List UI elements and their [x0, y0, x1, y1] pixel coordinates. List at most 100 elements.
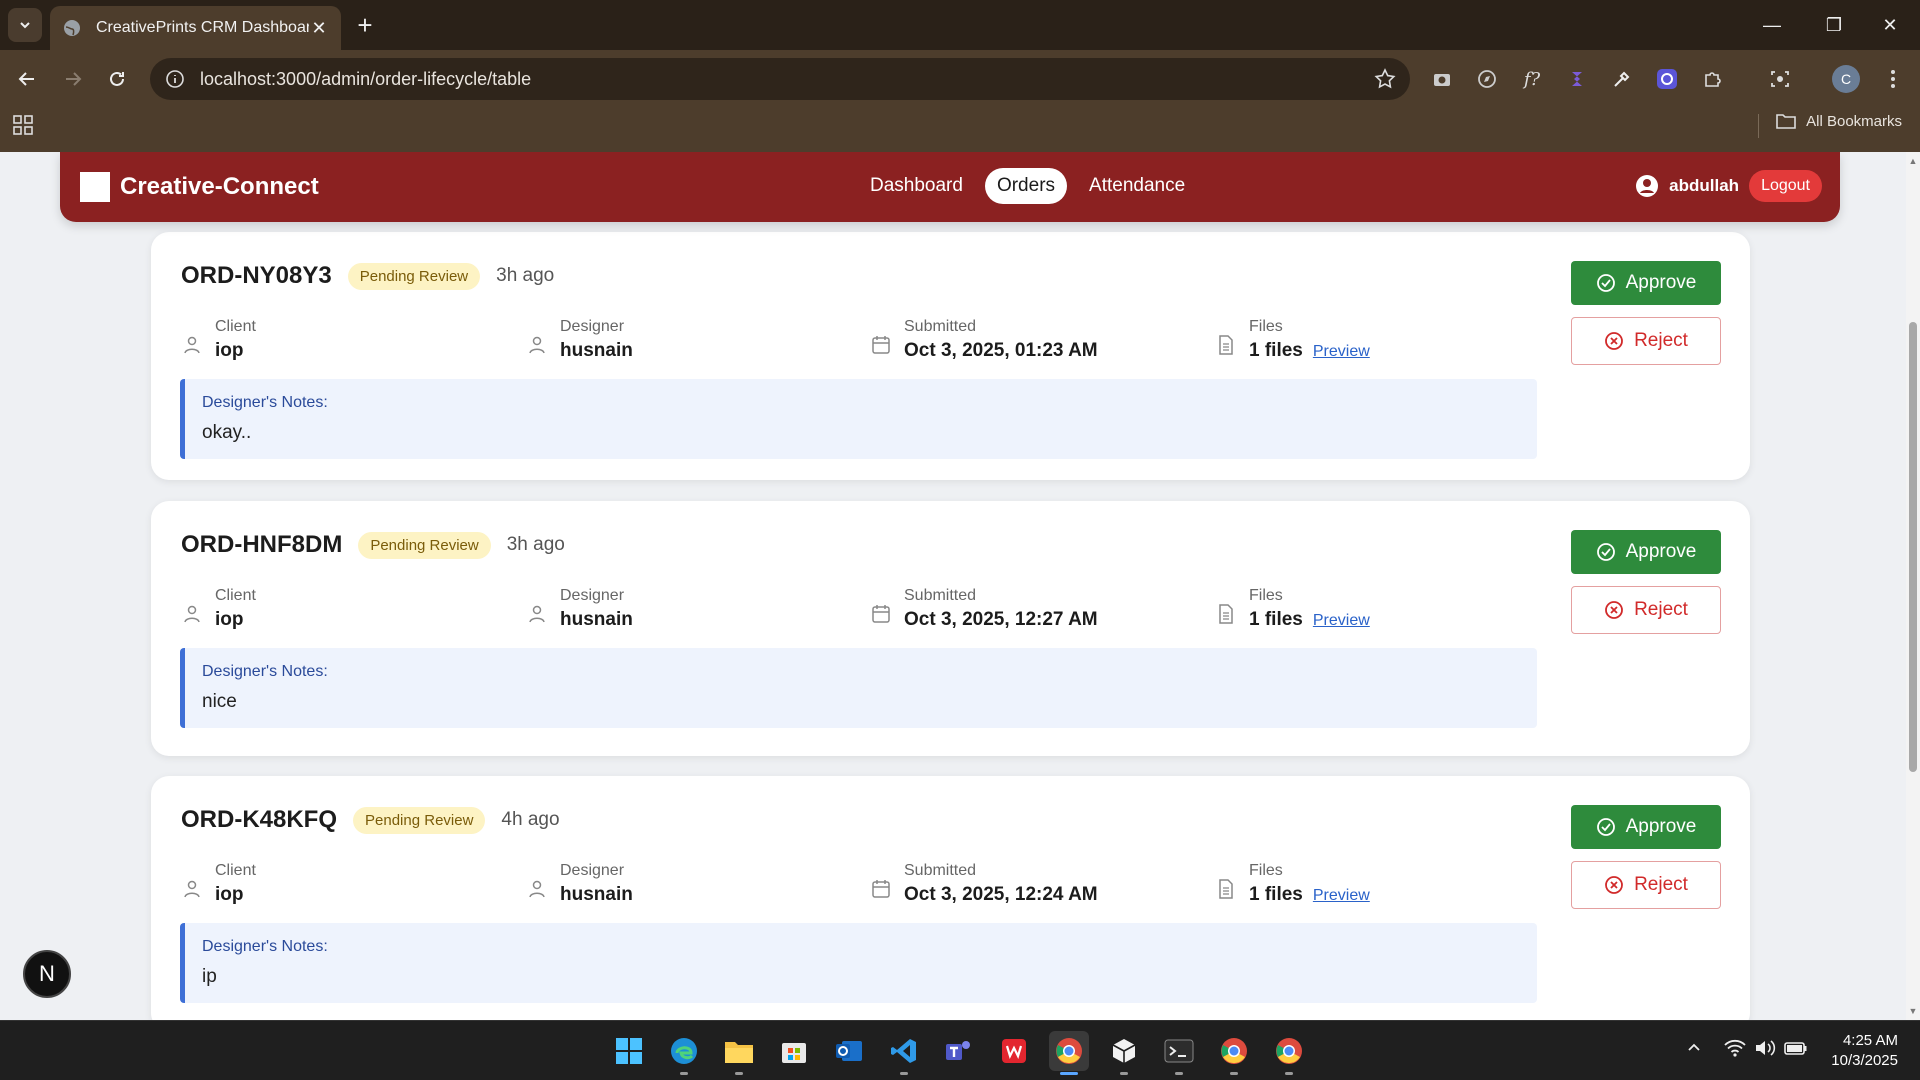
brand[interactable]: Creative-Connect	[80, 172, 319, 202]
wps-office-icon[interactable]	[994, 1031, 1034, 1071]
nextjs-dev-badge[interactable]: N	[23, 950, 71, 998]
compass-extension-icon[interactable]	[1470, 62, 1504, 96]
designer-value: husnain	[560, 609, 633, 630]
star-icon[interactable]	[1374, 68, 1396, 90]
logout-button[interactable]: Logout	[1749, 170, 1822, 202]
check-circle-icon	[1596, 274, 1615, 292]
designer-value: husnain	[560, 884, 633, 905]
terminal-icon[interactable]	[1159, 1031, 1199, 1075]
battery-icon[interactable]	[1784, 1039, 1808, 1062]
approve-button[interactable]: Approve	[1571, 805, 1721, 849]
x-circle-icon	[1605, 601, 1623, 619]
submitted-field: Submitted Oct 3, 2025, 12:27 AM	[870, 587, 1098, 631]
wifi-icon[interactable]	[1724, 1039, 1746, 1062]
files-field: Files 1 files Preview	[1215, 587, 1370, 631]
browser-tab[interactable]: CreativePrints CRM Dashboard ✕	[50, 6, 341, 50]
formula-extension-icon[interactable]: f?	[1515, 62, 1549, 96]
more-menu-icon[interactable]	[1876, 62, 1910, 96]
new-tab-button[interactable]: +	[350, 8, 380, 42]
submitted-value: Oct 3, 2025, 12:27 AM	[904, 609, 1098, 630]
submitted-label: Submitted	[904, 318, 977, 335]
client-label: Client	[215, 862, 256, 879]
gear-extension-icon[interactable]	[1650, 62, 1684, 96]
nav-orders[interactable]: Orders	[984, 168, 1068, 204]
order-card: ORD-K48KFQ Pending Review 4h ago Client i…	[151, 776, 1750, 1020]
preview-link[interactable]: Preview	[1313, 343, 1370, 360]
cube-app-icon[interactable]	[1104, 1031, 1144, 1075]
calendar-icon	[872, 880, 890, 898]
profile-avatar[interactable]: C	[1832, 65, 1860, 93]
teams-icon[interactable]	[939, 1031, 979, 1071]
edge-icon[interactable]	[664, 1031, 704, 1075]
chevron-up-icon[interactable]	[1686, 1039, 1702, 1060]
time-ago: 4h ago	[501, 809, 560, 830]
camera-extension-icon[interactable]	[1425, 62, 1459, 96]
time-ago: 3h ago	[496, 265, 555, 286]
scroll-down-arrow[interactable]: ▼	[1908, 1006, 1918, 1016]
microsoft-store-icon[interactable]	[774, 1031, 814, 1071]
screenshot-icon[interactable]	[1763, 62, 1797, 96]
order-card: ORD-NY08Y3 Pending Review 3h ago Client i…	[151, 232, 1750, 480]
tab-search-button[interactable]	[8, 8, 42, 42]
system-clock[interactable]: 4:25 AM 10/3/2025	[1831, 1031, 1898, 1071]
forward-button[interactable]	[56, 62, 90, 96]
restore-button[interactable]: ❐	[1806, 0, 1862, 50]
windows-start-icon[interactable]	[609, 1031, 649, 1071]
nav-dashboard[interactable]: Dashboard	[858, 168, 975, 204]
reject-button[interactable]: Reject	[1571, 586, 1721, 634]
designer-field: Designer husnain	[526, 862, 633, 906]
puzzle-extensions-icon[interactable]	[1695, 62, 1729, 96]
file-icon	[1219, 604, 1233, 624]
clock-time: 4:25 AM	[1842, 1032, 1898, 1049]
apps-grid-icon[interactable]	[12, 114, 38, 140]
reject-button[interactable]: Reject	[1571, 861, 1721, 909]
arrow-left-icon	[18, 72, 34, 86]
chrome-icon[interactable]	[1049, 1031, 1089, 1075]
x-circle-icon	[1605, 876, 1623, 894]
app-navbar: Creative-Connect Dashboard Orders Attend…	[60, 152, 1840, 222]
page-scrollbar[interactable]: ▲ ▼	[1906, 152, 1920, 1020]
user-icon	[529, 336, 545, 354]
back-button[interactable]	[10, 62, 44, 96]
designer-field: Designer husnain	[526, 318, 633, 362]
browser-toolbar: localhost:3000/admin/order-lifecycle/tab…	[0, 50, 1920, 158]
nav-attendance[interactable]: Attendance	[1077, 168, 1197, 204]
vscode-icon[interactable]	[884, 1031, 924, 1075]
reject-button[interactable]: Reject	[1571, 317, 1721, 365]
designer-notes: Designer's Notes: nice	[180, 648, 1537, 728]
chevron-down-icon	[20, 22, 30, 29]
status-badge: Pending Review	[358, 531, 491, 559]
approve-button[interactable]: Approve	[1571, 530, 1721, 574]
scroll-up-arrow[interactable]: ▲	[1908, 156, 1918, 166]
user-icon	[529, 605, 545, 623]
minimize-button[interactable]: —	[1744, 0, 1800, 50]
client-value: iop	[215, 340, 244, 361]
folder-icon	[1776, 114, 1796, 129]
site-info-icon[interactable]	[164, 68, 186, 90]
reload-button[interactable]	[100, 62, 134, 96]
designer-value: husnain	[560, 340, 633, 361]
approve-label: Approve	[1625, 816, 1697, 837]
user-icon	[184, 336, 200, 354]
chrome-profile-icon[interactable]	[1214, 1031, 1254, 1075]
notes-text: nice	[202, 691, 237, 712]
close-window-button[interactable]: ✕	[1862, 0, 1918, 50]
address-bar[interactable]: localhost:3000/admin/order-lifecycle/tab…	[150, 58, 1410, 100]
approve-button[interactable]: Approve	[1571, 261, 1721, 305]
preview-link[interactable]: Preview	[1313, 612, 1370, 629]
eyedropper-extension-icon[interactable]	[1605, 62, 1639, 96]
chrome-profile-icon[interactable]	[1269, 1031, 1309, 1075]
scroll-thumb[interactable]	[1909, 322, 1917, 772]
user-avatar-icon[interactable]	[1635, 174, 1659, 198]
purple-extension-icon[interactable]	[1560, 62, 1594, 96]
volume-icon[interactable]	[1754, 1039, 1776, 1062]
files-count: 1 files	[1249, 340, 1303, 361]
page-viewport: Creative-Connect Dashboard Orders Attend…	[0, 152, 1906, 1020]
outlook-icon[interactable]	[829, 1031, 869, 1071]
files-label: Files	[1249, 587, 1283, 604]
approve-label: Approve	[1625, 541, 1697, 562]
all-bookmarks-button[interactable]: All Bookmarks	[1776, 112, 1902, 130]
file-explorer-icon[interactable]	[719, 1031, 759, 1075]
preview-link[interactable]: Preview	[1313, 887, 1370, 904]
close-tab-icon[interactable]: ✕	[309, 18, 329, 39]
